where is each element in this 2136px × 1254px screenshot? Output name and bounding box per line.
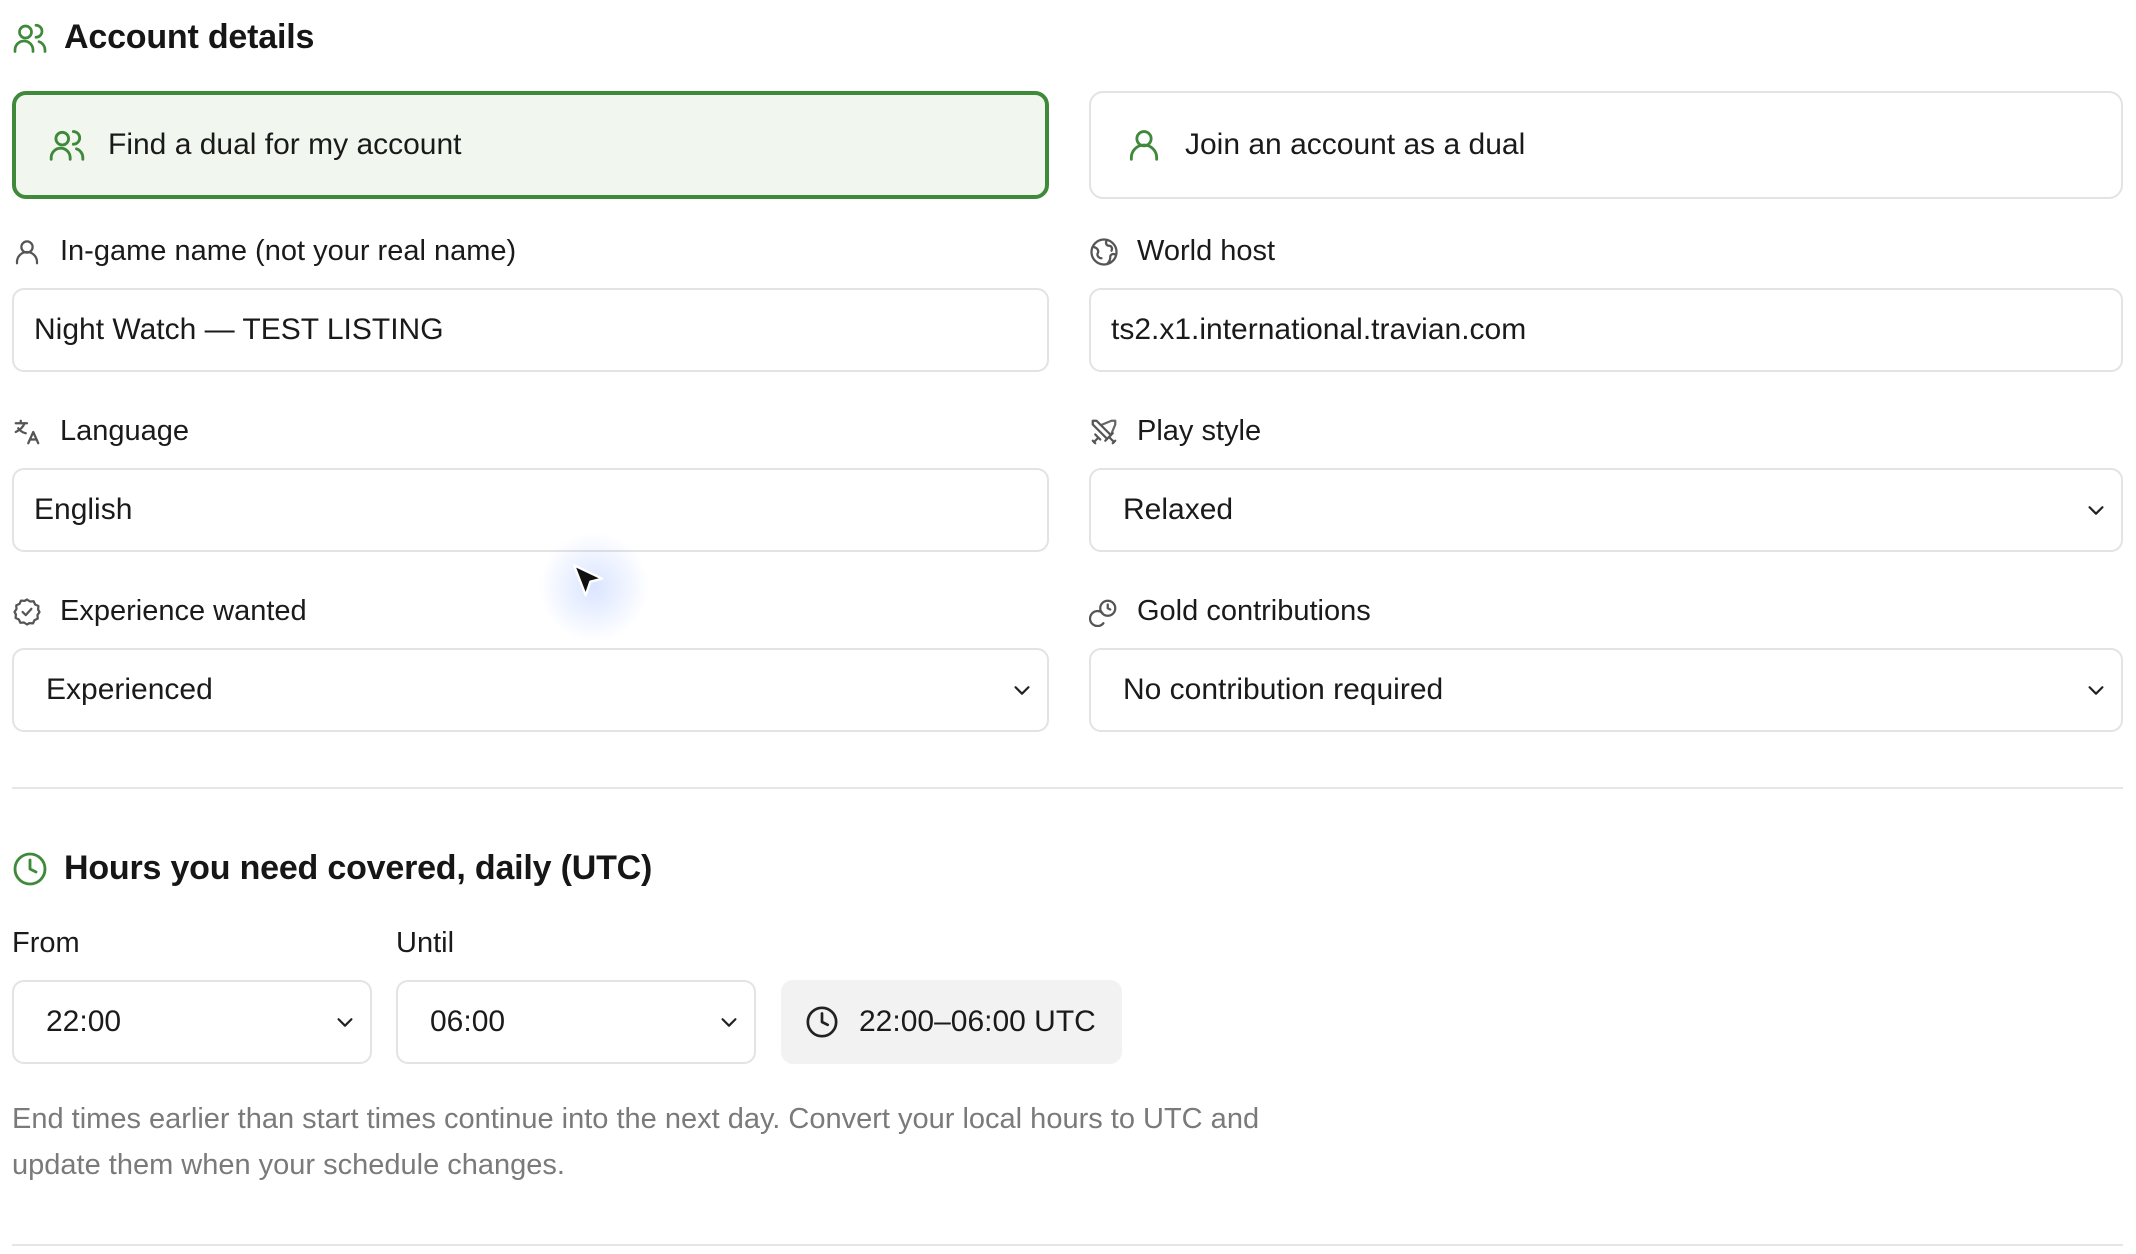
chevron-down-icon [2085,679,2107,701]
cursor-arrow-icon [572,564,604,597]
chevron-down-icon [2085,499,2107,521]
user-icon [12,237,42,267]
ign-input[interactable]: Night Watch — TEST LISTING [12,288,1049,372]
clock-icon [805,1005,839,1039]
account-details-title: Account details [12,18,314,57]
hours-summary-text: 22:00–06:00 UTC [859,1005,1096,1038]
until-value: 06:00 [430,1005,506,1038]
play-style-label: Play style [1089,415,1261,448]
gold-value: No contribution required [1123,673,1444,706]
translate-icon [12,417,42,447]
from-select[interactable]: 22:00 [12,980,372,1064]
hours-hint: End times earlier than start times conti… [12,1103,1260,1181]
badge-check-icon [12,597,42,627]
from-value: 22:00 [46,1005,122,1038]
join-dual-option[interactable]: Join an account as a dual [1089,91,2123,199]
world-host-label: World host [1089,235,1275,268]
mouse-cursor [539,532,649,642]
dual-listing-form: Account details Find a dual for my accou… [12,0,2123,1254]
user-icon [1125,126,1163,164]
swords-icon [1089,417,1119,447]
until-select[interactable]: 06:00 [396,980,756,1064]
globe-icon [1089,237,1119,267]
until-label: Until [396,927,455,959]
find-dual-label: Find a dual for my account [108,128,462,161]
users-icon [12,20,48,56]
language-value: English [34,493,133,526]
language-input[interactable]: English [12,468,1049,552]
users-icon [48,126,86,164]
bottom-divider [12,1244,2123,1246]
experience-label: Experience wanted [12,595,307,628]
play-style-value: Relaxed [1123,493,1234,526]
join-dual-label: Join an account as a dual [1185,128,1526,161]
clock-icon [12,851,48,887]
chevron-down-icon [718,1011,740,1033]
language-label: Language [12,415,189,448]
experience-value: Experienced [46,673,213,706]
hours-summary-badge: 22:00–06:00 UTC [781,980,1122,1064]
chevron-down-icon [334,1011,356,1033]
find-dual-option[interactable]: Find a dual for my account [12,91,1049,199]
world-host-input[interactable]: ts2.x1.international.travian.com [1089,288,2123,372]
world-host-value: ts2.x1.international.travian.com [1111,313,1527,346]
hours-title: Hours you need covered, daily (UTC) [12,849,652,888]
coins-icon [1089,597,1119,627]
gold-label: Gold contributions [1089,595,1371,628]
experience-select[interactable]: Experienced [12,648,1049,732]
ign-value: Night Watch — TEST LISTING [34,313,444,346]
chevron-down-icon [1011,679,1033,701]
from-label: From [12,927,80,959]
gold-select[interactable]: No contribution required [1089,648,2123,732]
play-style-select[interactable]: Relaxed [1089,468,2123,552]
section-divider [12,787,2123,789]
ign-label: In-game name (not your real name) [12,235,516,268]
